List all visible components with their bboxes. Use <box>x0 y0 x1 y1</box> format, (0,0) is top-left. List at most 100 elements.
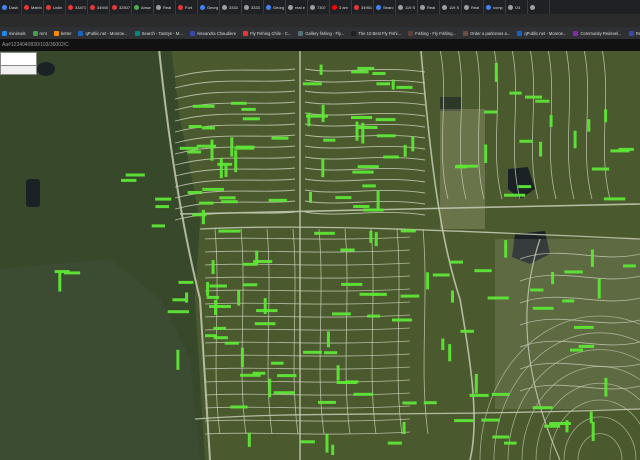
parcel-label <box>494 63 498 82</box>
bookmark-item[interactable]: Fly Fishing Chile - C... <box>243 30 291 36</box>
tab-label: Answ <box>141 4 151 10</box>
browser-tab[interactable]: O4 <box>506 0 528 14</box>
parcel-label <box>263 298 267 315</box>
tab-label: 119 S <box>449 4 460 10</box>
browser-tab[interactable]: Searc <box>374 0 396 14</box>
parcel-label <box>604 109 608 123</box>
parcel-label <box>441 338 445 350</box>
browser-tab[interactable]: 7307 <box>308 0 330 14</box>
bookmark-label: minimals <box>9 30 26 36</box>
parcel-label <box>358 126 378 129</box>
tab-label: Searc <box>383 4 394 10</box>
parcel-label <box>224 341 239 345</box>
bookmark-item[interactable]: Gallery fishing - Fly... <box>298 30 344 36</box>
parcel-label <box>219 157 223 179</box>
bookmark-icon <box>298 30 304 36</box>
parcel-label <box>58 272 62 292</box>
parcel-label <box>376 82 391 86</box>
browser-tab[interactable]: 119 S <box>396 0 418 14</box>
parcel-label <box>574 325 594 329</box>
parcel-label <box>219 196 236 200</box>
parcel-label <box>474 269 492 273</box>
parcel-label <box>549 422 571 425</box>
browser-tab[interactable]: Real <box>418 0 440 14</box>
parcel-label <box>484 144 488 163</box>
browser-tab[interactable]: Fort <box>176 0 198 14</box>
browser-tab[interactable]: comp <box>484 0 506 14</box>
tab-label: 34951 <box>361 4 373 10</box>
parcel-label <box>544 424 561 428</box>
bookmark-item[interactable]: Community Redevel... <box>573 30 622 36</box>
parcel-label <box>460 329 474 333</box>
parcel-label <box>597 278 601 299</box>
map-search-dropdown[interactable] <box>0 66 37 75</box>
parcel-label <box>188 125 202 128</box>
browser-tab[interactable]: 3333 <box>242 0 264 14</box>
parcel-label <box>242 117 260 121</box>
bookmark-item[interactable]: qPublic.net - Monroe... <box>78 30 128 36</box>
map-search-input[interactable] <box>0 52 37 66</box>
bookmark-item[interactable]: RealForeclose Mar... <box>628 30 640 36</box>
browser-tab[interactable]: Georg <box>198 0 220 14</box>
browser-tab[interactable]: Listin <box>44 0 66 14</box>
parcel-label <box>242 283 258 287</box>
browser-tab[interactable]: Dash <box>0 0 22 14</box>
bookmark-item[interactable]: better <box>53 30 71 36</box>
browser-tab[interactable]: 3333 <box>220 0 242 14</box>
bookmark-item[interactable]: Fishing - Fly Fishing... <box>408 30 456 36</box>
bookmark-item[interactable]: rent <box>32 30 47 36</box>
parcel-label <box>237 290 241 306</box>
browser-tab[interactable] <box>528 0 550 14</box>
parcel-label <box>341 282 363 286</box>
parcel-label <box>432 273 450 277</box>
parcel-label <box>64 271 81 275</box>
parcel-label <box>206 282 210 296</box>
browser-tab[interactable]: Matrix <box>22 0 44 14</box>
parcel-label <box>336 381 357 384</box>
parcel-label <box>240 347 244 368</box>
parcel-label <box>217 162 233 166</box>
browser-tab[interactable]: real e <box>286 0 308 14</box>
browser-tab[interactable]: 34940 <box>88 0 110 14</box>
parcel-label <box>589 411 593 424</box>
map-canvas[interactable] <box>0 39 640 460</box>
bookmark-icon <box>573 30 579 36</box>
tab-favicon-icon <box>2 4 7 10</box>
parcel-label <box>271 361 284 365</box>
browser-tab[interactable]: 33471 <box>66 0 88 14</box>
tab-label: real e <box>295 4 306 10</box>
browser-tab[interactable]: Georg <box>264 0 286 14</box>
parcel-label <box>155 205 169 209</box>
tab-favicon-icon <box>156 4 161 10</box>
browser-tab[interactable]: 32507 <box>110 0 132 14</box>
tab-favicon-icon <box>68 4 73 10</box>
parcel-label <box>383 155 399 159</box>
bookmark-item[interactable]: Search - TaxSys - M... <box>134 30 183 36</box>
bookmark-item[interactable]: qPublic.net - Monroe... <box>517 30 566 36</box>
satellite-map[interactable] <box>0 39 640 460</box>
browser-tab[interactable]: Real <box>154 0 176 14</box>
parcel-label <box>535 99 550 103</box>
browser-tab[interactable]: Answ <box>132 0 154 14</box>
bookmark-item[interactable]: The 10 Best Fly Fishi... <box>351 30 402 36</box>
tab-favicon-icon <box>332 4 337 10</box>
parcel-label <box>454 419 474 423</box>
parcel-label <box>201 209 205 225</box>
tab-label: 7307 <box>317 4 326 10</box>
browser-tab[interactable]: 3 am <box>330 0 352 14</box>
parcel-label <box>481 418 500 422</box>
browser-tab[interactable]: Real <box>462 0 484 14</box>
bookmark-label: The 10 Best Fly Fishi... <box>358 30 402 36</box>
bookmark-item[interactable]: Alexandra Chaudiere <box>189 30 236 36</box>
address-bar[interactable] <box>0 14 640 28</box>
parcel-label <box>402 401 417 405</box>
parcel-label <box>271 136 289 140</box>
tab-favicon-icon <box>134 4 139 10</box>
bookmark-label: Order a parlezvos a... <box>470 30 511 36</box>
bookmark-item[interactable]: Order a parlezvos a... <box>463 30 511 36</box>
parcel-label <box>179 146 199 150</box>
bookmark-label: RealForeclose Mar... <box>635 30 640 36</box>
bookmark-item[interactable]: minimals <box>2 30 26 36</box>
browser-tab[interactable]: 34951 <box>352 0 374 14</box>
browser-tab[interactable]: 119 S <box>440 0 462 14</box>
